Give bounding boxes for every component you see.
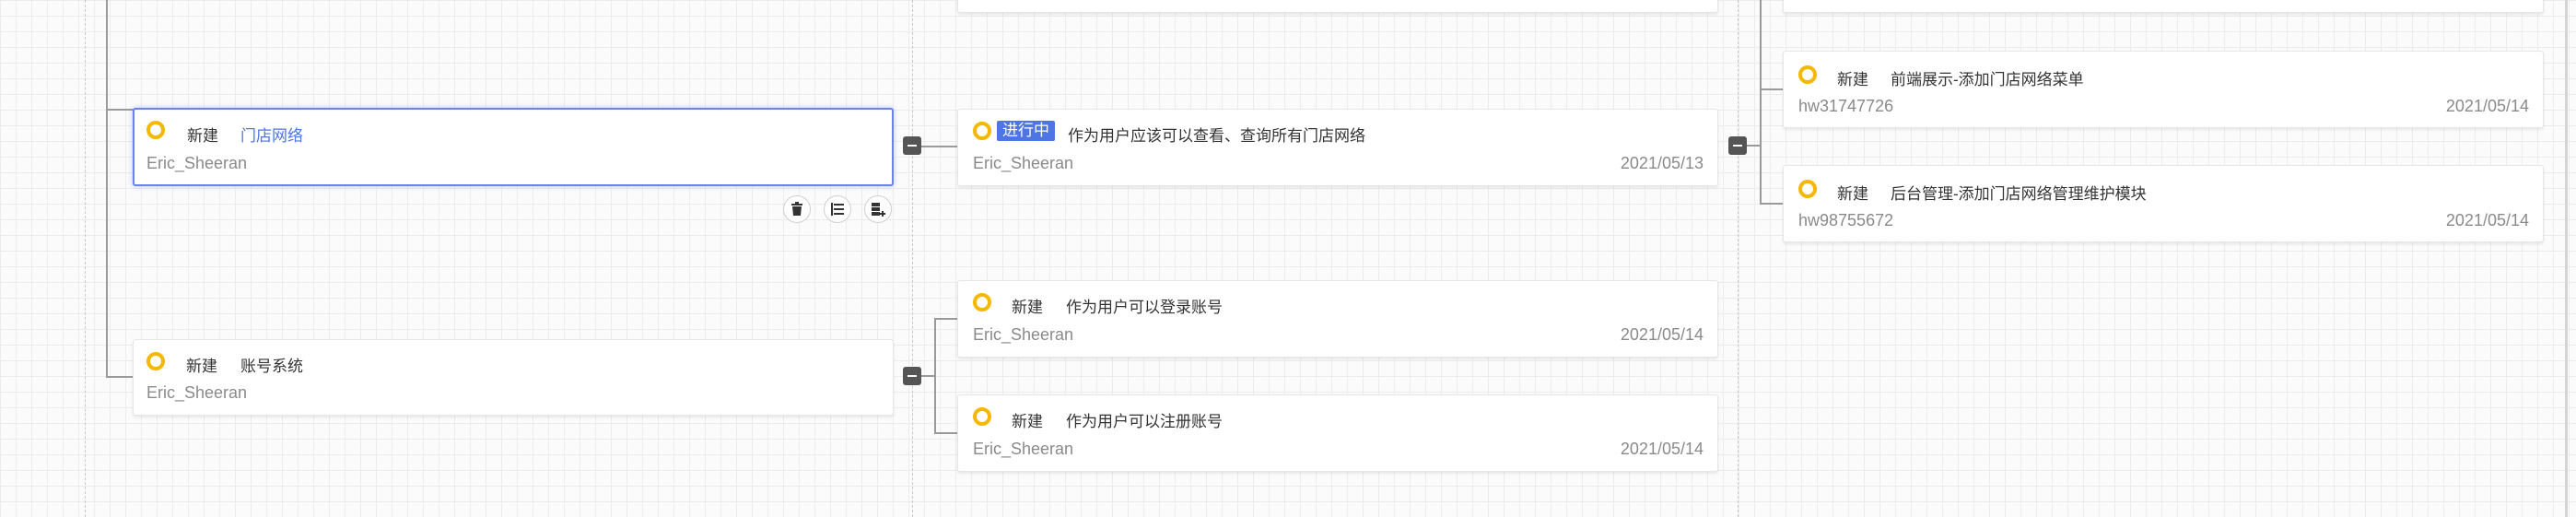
status-label: 新建: [1837, 71, 1868, 88]
card-title[interactable]: 作为用户应该可以查看、查询所有门店网络: [1068, 123, 1365, 146]
task-card[interactable]: 新建 作为用户可以注册账号 Eric_Sheeran 2021/05/14: [957, 394, 1718, 472]
tree-connector: [106, 376, 134, 378]
tree-connector: [934, 432, 957, 434]
card-owner: Eric_Sheeran: [146, 154, 248, 172]
card-owner: Eric_Sheeran: [973, 325, 1074, 344]
card-date: 2021/05/14: [2445, 211, 2529, 229]
column-guide-2: [912, 0, 913, 517]
tree-connector: [921, 146, 957, 147]
status-label: 新建: [187, 127, 218, 145]
status-label: 新建: [1837, 185, 1868, 203]
task-card[interactable]: 新建 作为用户可以登录账号 Eric_Sheeran 2021/05/14: [957, 280, 1718, 358]
card-title[interactable]: 作为用户可以注册账号: [1066, 408, 1223, 431]
subtask-card[interactable]: 新建 前端展示-添加门店网络菜单 hw31747726 2021/05/14: [1783, 51, 2544, 128]
partial-card-top[interactable]: [1783, 0, 2544, 13]
task-card[interactable]: 进行中 作为用户应该可以查看、查询所有门店网络 Eric_Sheeran 202…: [957, 109, 1718, 186]
card-title[interactable]: 作为用户可以登录账号: [1066, 294, 1223, 317]
column-guide-1: [85, 0, 86, 517]
database-add-icon: [872, 203, 885, 217]
status-ring-icon: [146, 121, 165, 139]
collapse-toggle[interactable]: [903, 367, 921, 385]
card-title[interactable]: 后台管理-添加门店网络管理维护模块: [1891, 181, 2147, 204]
tree-connector: [106, 109, 134, 111]
partial-card-top[interactable]: [957, 0, 1718, 13]
add-child-button[interactable]: [824, 195, 851, 223]
collapse-toggle[interactable]: [1728, 136, 1747, 155]
story-card-stores[interactable]: 新建 门店网络 Eric_Sheeran: [133, 108, 894, 186]
status-ring-icon: [973, 122, 991, 140]
tree-connector: [106, 0, 108, 378]
tree-connector: [1760, 0, 1762, 205]
delete-button[interactable]: [783, 195, 811, 223]
collapse-toggle[interactable]: [903, 136, 921, 155]
status-badge: 进行中: [997, 121, 1055, 141]
card-title[interactable]: 门店网络: [240, 123, 303, 146]
tree-connector: [1760, 203, 1783, 205]
tree-connector: [934, 318, 957, 320]
status-label: 新建: [186, 358, 217, 375]
add-sibling-button[interactable]: [864, 195, 892, 223]
column-guide-3: [1738, 0, 1739, 517]
card-owner: Eric_Sheeran: [146, 383, 248, 402]
card-title[interactable]: 账号系统: [240, 353, 303, 376]
status-ring-icon: [973, 407, 991, 426]
vertical-scrollbar[interactable]: [2565, 0, 2568, 517]
card-date: 2021/05/13: [1620, 154, 1704, 172]
trash-icon: [791, 202, 802, 216]
card-date: 2021/05/14: [1620, 440, 1704, 458]
status-label: 新建: [1012, 413, 1043, 430]
status-ring-icon: [1798, 180, 1817, 198]
card-date: 2021/05/14: [2445, 97, 2529, 115]
card-owner: Eric_Sheeran: [973, 154, 1074, 172]
card-owner: Eric_Sheeran: [973, 440, 1074, 458]
status-ring-icon: [146, 352, 165, 370]
card-owner: hw98755672: [1798, 211, 1894, 229]
card-date: 2021/05/14: [1620, 325, 1704, 344]
list-add-icon: [831, 203, 844, 216]
tree-connector: [934, 318, 936, 434]
status-ring-icon: [973, 293, 991, 311]
tree-connector: [1760, 88, 1783, 90]
card-title[interactable]: 前端展示-添加门店网络菜单: [1891, 66, 2084, 89]
status-label: 新建: [1012, 299, 1043, 316]
status-ring-icon: [1798, 65, 1817, 84]
subtask-card[interactable]: 新建 后台管理-添加门店网络管理维护模块 hw98755672 2021/05/…: [1783, 165, 2544, 242]
card-owner: hw31747726: [1798, 97, 1894, 115]
story-card-accounts[interactable]: 新建 账号系统 Eric_Sheeran: [133, 339, 894, 416]
